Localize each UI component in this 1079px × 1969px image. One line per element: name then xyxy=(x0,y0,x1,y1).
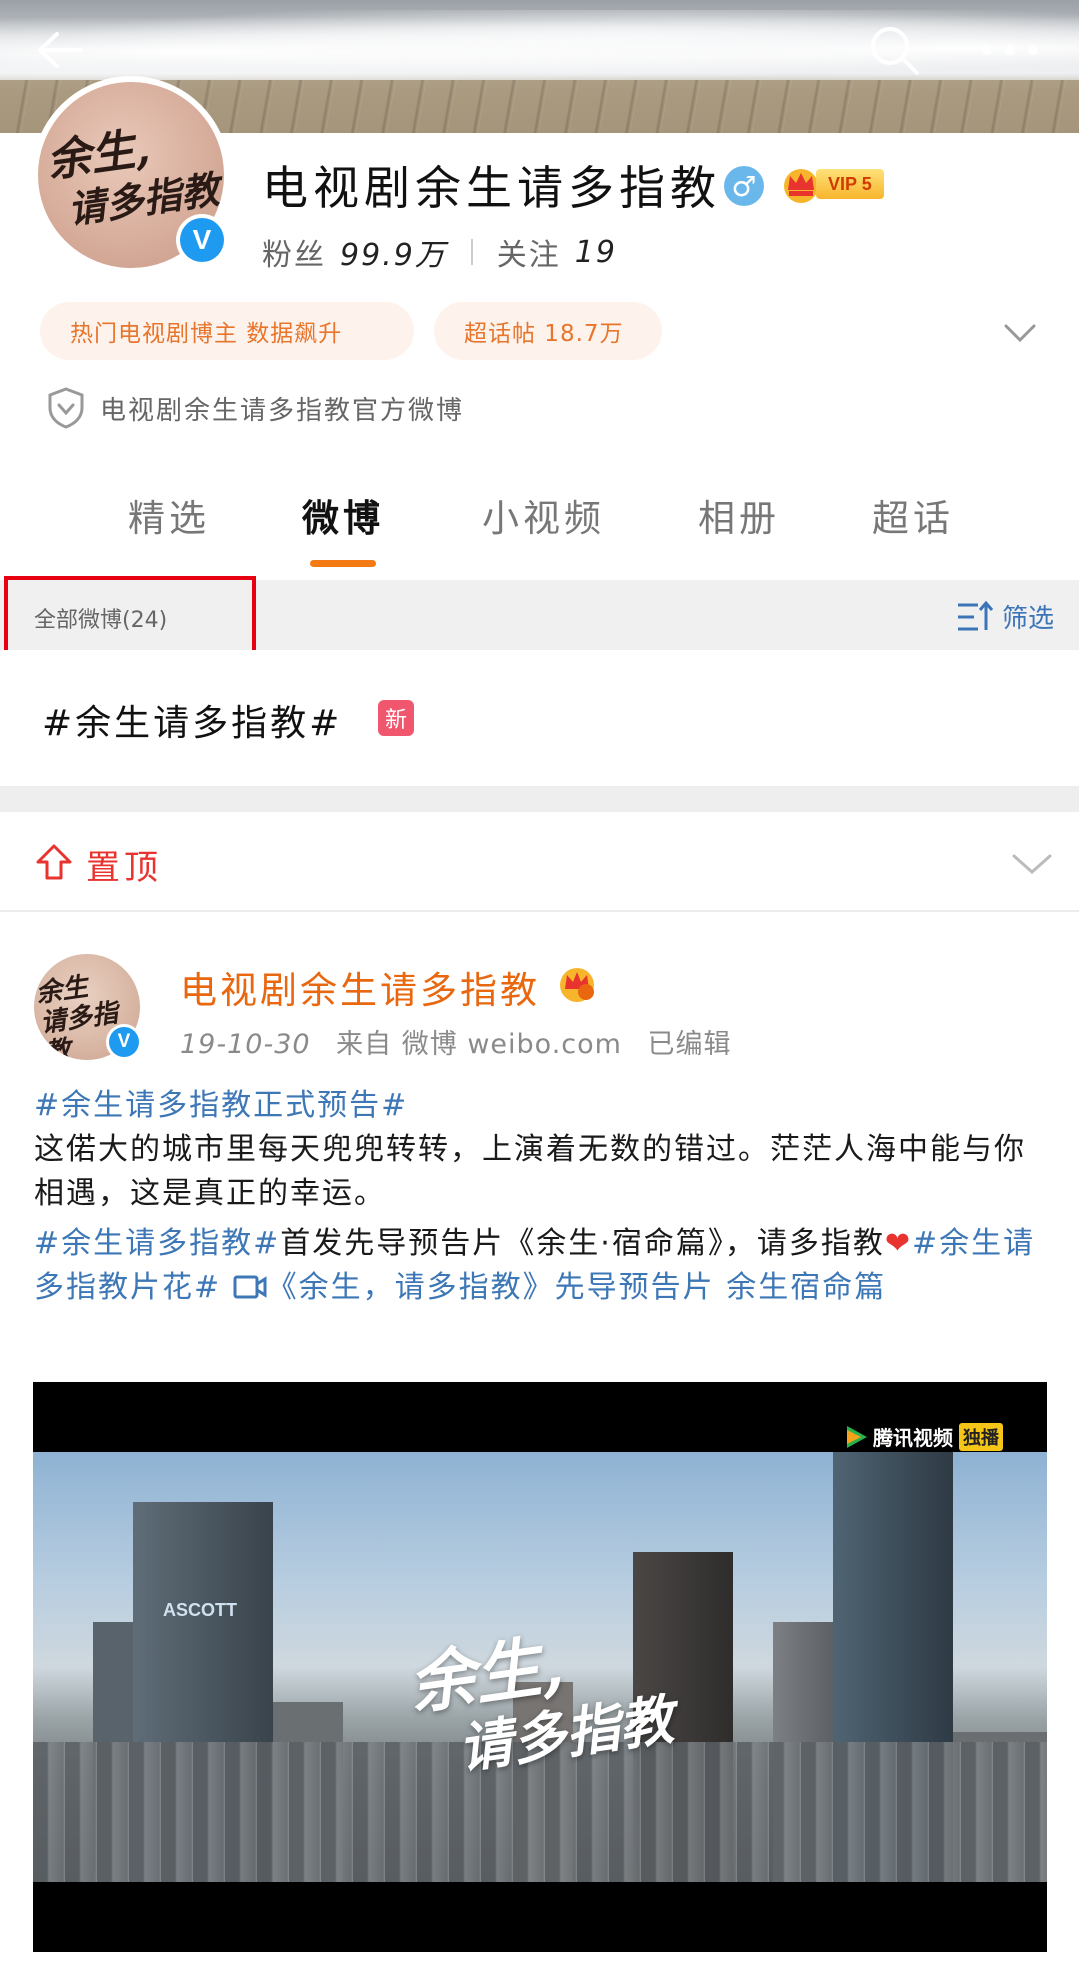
post-verified-badge: V xyxy=(106,1024,142,1060)
filter-button[interactable]: 筛选 xyxy=(956,598,1054,635)
official-verification: 电视剧余生请多指教官方微博 xyxy=(46,386,464,430)
search-icon xyxy=(871,27,919,75)
video-link-text: 《余生，请多指教》先导预告片 余生宿命篇 xyxy=(266,1270,887,1305)
arrow-left-icon xyxy=(38,32,83,68)
building-sign: ASCOTT xyxy=(163,1600,237,1620)
verified-v-icon: V xyxy=(180,218,224,262)
profile-name: 电视剧余生请多指教 xyxy=(262,161,721,215)
hashtag-link[interactable]: #余生请多指教正式预告# xyxy=(34,1088,408,1123)
post-source[interactable]: 来自 微博 weibo.com xyxy=(336,1029,622,1060)
video-icon xyxy=(233,1275,267,1299)
pin-top-icon xyxy=(36,844,72,880)
tencent-video-watermark: 腾讯视频 独播 xyxy=(843,1422,1003,1451)
video-frame: ASCOTT 余生, 请多指教 xyxy=(33,1452,1047,1882)
profile-page: 余生, 请多指教 V 电视剧余生请多指教 ♂ VIP 5 粉丝 99.9万 关注… xyxy=(0,0,1079,1969)
new-badge: 新 xyxy=(378,700,414,736)
more-dots-icon xyxy=(982,45,1038,55)
follow-label[interactable]: 关注 xyxy=(497,230,561,274)
hashtag-link[interactable]: #余生请多指教# xyxy=(34,1226,280,1261)
chevron-down-icon[interactable] xyxy=(1010,848,1054,878)
pinned-header: 置顶 xyxy=(0,812,1079,912)
super-topic-tag[interactable]: 超话帖 18.7万 xyxy=(434,302,662,360)
tab-short-video[interactable]: 小视频 xyxy=(482,488,605,542)
video-link[interactable]: 《余生，请多指教》先导预告片 余生宿命篇 xyxy=(233,1270,887,1305)
filter-icon xyxy=(958,600,994,630)
tab-super-topic[interactable]: 超话 xyxy=(872,488,954,542)
heart-icon: ❤ xyxy=(884,1226,912,1261)
active-tab-indicator xyxy=(310,560,376,567)
play-icon xyxy=(847,1425,867,1448)
pinned-label: 置顶 xyxy=(86,848,162,888)
post-body: #余生请多指教正式预告# 这偌大的城市里每天兜兜转转，上演着无数的错过。茫茫人海… xyxy=(34,1084,1044,1310)
stats-divider xyxy=(470,239,473,265)
tab-weibo[interactable]: 微博 xyxy=(302,488,384,542)
post-edited[interactable]: 已编辑 xyxy=(648,1029,732,1060)
vip-badge[interactable]: VIP 5 xyxy=(780,162,884,206)
post-text-1: 这偌大的城市里每天兜兜转转，上演着无数的错过。茫茫人海中能与你相遇，这是真正的幸… xyxy=(34,1132,1026,1211)
follow-count[interactable]: 19 xyxy=(575,235,617,270)
profile-tabs: 精选 微博 小视频 相册 超话 xyxy=(0,480,1079,576)
tab-album[interactable]: 相册 xyxy=(698,488,780,542)
official-description: 电视剧余生请多指教官方微博 xyxy=(100,395,465,426)
post-author-name[interactable]: 电视剧余生请多指教 xyxy=(180,960,540,1014)
watermark-text: 腾讯视频 xyxy=(873,1426,953,1450)
post-text-2: 首发先导预告片《余生·宿命篇》，请多指教 xyxy=(280,1226,885,1261)
video-player[interactable]: ASCOTT 余生, 请多指教 腾讯视频 独播 xyxy=(33,1382,1047,1952)
hot-blogger-tag[interactable]: 热门电视剧博主 数据飙升 xyxy=(40,302,414,360)
topic-row[interactable]: #余生请多指教# xyxy=(0,650,1079,786)
vip-crown-icon xyxy=(560,968,594,1002)
exclusive-tag: 独播 xyxy=(959,1422,1003,1451)
search-button[interactable] xyxy=(862,18,926,82)
post-date: 19-10-30 xyxy=(180,1029,311,1060)
profile-stats: 粉丝 99.9万 关注 19 xyxy=(262,230,617,274)
section-divider xyxy=(0,786,1079,812)
shield-icon xyxy=(48,387,84,429)
male-gender-icon: ♂ xyxy=(724,166,764,206)
verified-v-icon: V xyxy=(109,1027,139,1057)
tab-featured[interactable]: 精选 xyxy=(128,488,210,542)
back-button[interactable] xyxy=(28,18,92,82)
chevron-down-icon[interactable] xyxy=(1000,312,1040,352)
post-meta: 19-10-30 来自 微博 weibo.com 已编辑 xyxy=(180,1022,748,1061)
fans-label[interactable]: 粉丝 xyxy=(262,230,326,274)
filter-label: 筛选 xyxy=(1002,604,1055,634)
vip-label: VIP 5 xyxy=(816,169,884,199)
more-button[interactable] xyxy=(978,18,1042,82)
fans-count[interactable]: 99.9万 xyxy=(340,230,447,274)
verified-badge: V xyxy=(176,214,228,266)
topic-hashtag[interactable]: #余生请多指教# xyxy=(42,694,342,746)
